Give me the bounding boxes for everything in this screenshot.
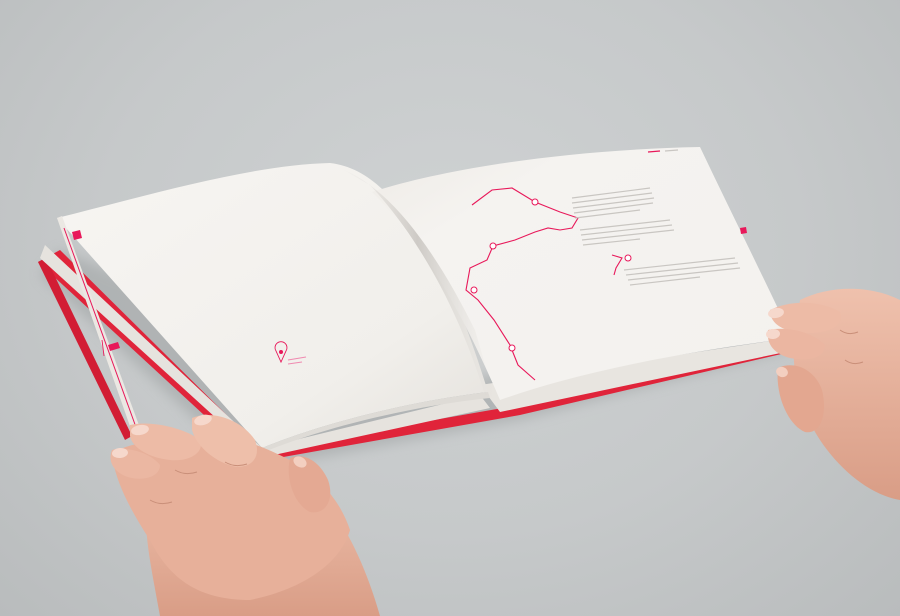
- photo-scene: [0, 0, 900, 616]
- tab-marker-right: [740, 227, 747, 234]
- booklet-photo: [38, 147, 900, 616]
- tab-marker-middle: [108, 342, 120, 351]
- right-hand: [766, 288, 900, 500]
